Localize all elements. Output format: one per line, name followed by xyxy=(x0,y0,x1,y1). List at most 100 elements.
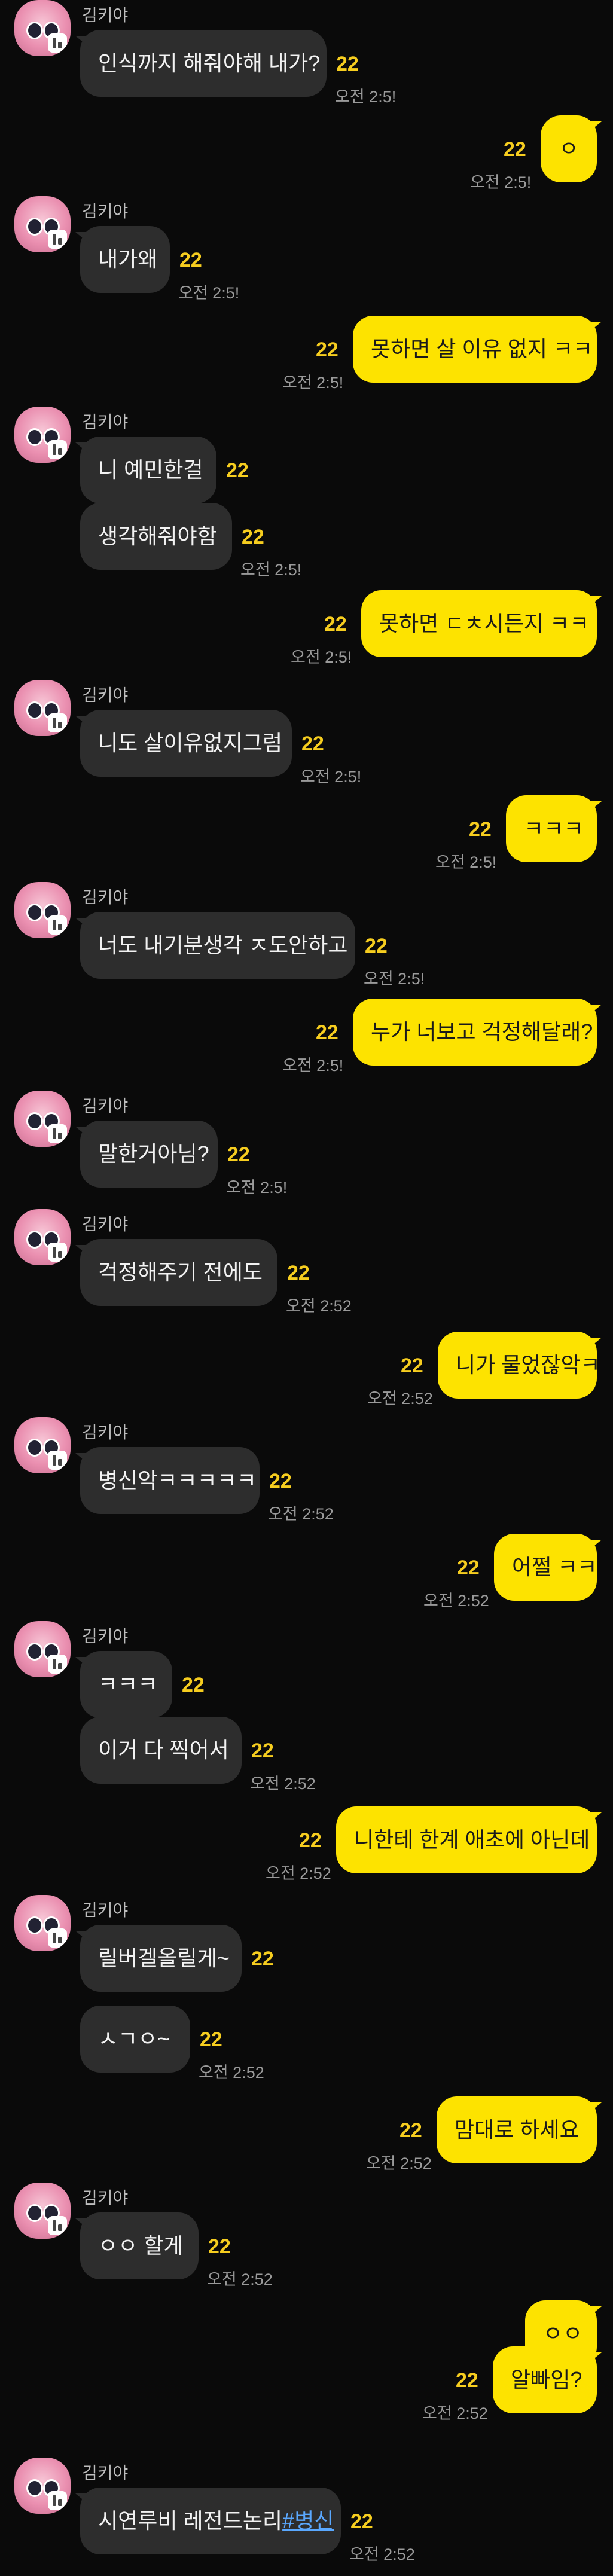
message-bubble[interactable]: 어쩔 ㅋㅋ xyxy=(494,1534,602,1601)
message-text: 병신악ㅋㅋㅋㅋㅋ xyxy=(98,1468,257,1493)
avatar[interactable] xyxy=(14,882,71,938)
message-bubble[interactable]: 니가 물었잖악ㅋ xyxy=(438,1332,602,1399)
message-bubble[interactable]: 병신악ㅋㅋㅋㅋㅋ xyxy=(75,1447,260,1514)
sender-name: 김키야 xyxy=(82,2189,129,2207)
read-count: 22 xyxy=(504,138,526,161)
avatar[interactable] xyxy=(14,0,71,56)
avatar[interactable] xyxy=(14,680,71,736)
message-text: 인식까지 해줘야해 내가? xyxy=(98,51,321,75)
read-count: 22 xyxy=(336,53,359,75)
message-text: ㅋㅋㅋ xyxy=(524,816,584,841)
message-text: 니가 물었잖악ㅋ xyxy=(456,1353,600,1377)
message-text: 너도 내기분생각 ㅈ도안하고 xyxy=(98,933,348,957)
read-count: 22 xyxy=(200,2028,222,2051)
avatar[interactable] xyxy=(14,2183,71,2239)
sender-name: 김키야 xyxy=(82,1627,129,1646)
timestamp: 오전 2:5! xyxy=(226,1179,288,1197)
timestamp: 오전 2:5! xyxy=(335,88,397,106)
sender-name: 김키야 xyxy=(82,686,129,704)
avatar[interactable] xyxy=(14,1091,71,1147)
message-text: ㅇㅇ xyxy=(543,2321,583,2346)
message-text: 알빠임? xyxy=(511,2367,582,2392)
sender-name: 김키야 xyxy=(82,1423,129,1442)
avatar[interactable] xyxy=(14,2458,71,2514)
sender-name: 김키야 xyxy=(82,202,129,221)
avatar-eye-left xyxy=(26,1231,43,1249)
avatar[interactable] xyxy=(14,1621,71,1677)
timestamp: 오전 2:52 xyxy=(349,2546,415,2563)
avatar-eye-left xyxy=(26,428,43,446)
avatar-eye-left xyxy=(26,1643,43,1661)
avatar[interactable] xyxy=(14,1895,71,1951)
hashtag-link[interactable]: #병신 xyxy=(282,2508,334,2533)
message-bubble[interactable]: 걱정해주기 전에도 xyxy=(75,1239,277,1306)
message-text: 생각해줘야함 xyxy=(98,524,217,548)
message-bubble[interactable]: ㅋㅋㅋ xyxy=(506,795,602,862)
read-count: 22 xyxy=(299,1829,322,1852)
timestamp: 오전 2:5! xyxy=(282,1057,344,1075)
message-bubble[interactable]: 릴버겔올릴게~ xyxy=(75,1925,242,1992)
avatar[interactable] xyxy=(14,1417,71,1473)
message-bubble[interactable]: ㅋㅋㅋ xyxy=(75,1651,172,1718)
profile-badge-icon xyxy=(48,33,67,53)
message-bubble[interactable]: 생각해줘야함 xyxy=(80,503,232,570)
avatar[interactable] xyxy=(14,407,71,463)
avatar-eye-left xyxy=(26,2479,43,2497)
read-count: 22 xyxy=(456,2369,478,2392)
read-count: 22 xyxy=(401,1354,423,1377)
message-bubble[interactable]: 니한테 한계 애초에 아닌데 xyxy=(336,1806,602,1873)
message-bubble[interactable]: 못하면 살 이유 없지 ㅋㅋ xyxy=(353,316,602,383)
read-count: 22 xyxy=(208,2235,231,2258)
timestamp: 오전 2:52 xyxy=(286,1297,352,1315)
sender-name: 김키야 xyxy=(82,888,129,907)
read-count: 22 xyxy=(469,818,492,841)
message-bubble[interactable]: 시연루비 레전드논리#병신 xyxy=(75,2488,341,2554)
message-bubble[interactable]: 알빠임? xyxy=(493,2346,602,2413)
read-count: 22 xyxy=(226,459,249,482)
message-bubble[interactable]: 니 예민한걸 xyxy=(75,437,216,503)
timestamp: 오전 2:5! xyxy=(240,561,302,579)
timestamp: 오전 2:52 xyxy=(423,1592,489,1610)
message-bubble[interactable]: 누가 너보고 걱정해달래? xyxy=(353,999,602,1066)
read-count: 22 xyxy=(457,1556,480,1579)
avatar-eye-left xyxy=(26,22,43,39)
read-count: 22 xyxy=(365,935,388,957)
message-bubble[interactable]: 인식까지 해줘야해 내가? xyxy=(75,30,327,97)
read-count: 22 xyxy=(242,526,264,548)
message-bubble[interactable]: ㅇ xyxy=(541,115,602,182)
timestamp: 오전 2:5! xyxy=(364,970,425,988)
message-bubble[interactable]: ㅅㄱㅇ~ xyxy=(80,2006,190,2073)
timestamp: 오전 2:52 xyxy=(199,2064,264,2081)
message-text: 누가 너보고 걱정해달래? xyxy=(371,1020,593,1044)
message-text: 걱정해주기 전에도 xyxy=(98,1260,263,1284)
timestamp: 오전 2:52 xyxy=(250,1775,316,1793)
sender-name: 김키야 xyxy=(82,1215,129,1234)
profile-badge-icon xyxy=(48,1655,67,1674)
timestamp: 오전 2:5! xyxy=(178,284,240,302)
message-text: 릴버겔올릴게~ xyxy=(98,1946,230,1970)
profile-badge-icon xyxy=(48,440,67,459)
message-bubble[interactable]: 못하면 ㄷㅊ시든지 ㅋㅋ xyxy=(361,590,602,657)
avatar-eye-left xyxy=(26,904,43,921)
message-bubble[interactable]: 말한거아님? xyxy=(75,1121,218,1188)
message-bubble[interactable]: ㅇㅇ 할게 xyxy=(75,2212,199,2279)
avatar[interactable] xyxy=(14,1209,71,1265)
message-bubble[interactable]: 이거 다 찍어서 xyxy=(80,1717,242,1784)
message-bubble[interactable]: 니도 살이유없지그럼 xyxy=(75,710,292,777)
avatar-eye-left xyxy=(26,2204,43,2222)
sender-name: 김키야 xyxy=(82,6,129,25)
avatar-eye-left xyxy=(26,1439,43,1457)
avatar-eye-left xyxy=(26,701,43,719)
message-bubble[interactable]: 내가왜 xyxy=(75,226,170,293)
message-bubble[interactable]: 너도 내기분생각 ㅈ도안하고 xyxy=(75,912,355,979)
avatar[interactable] xyxy=(14,196,71,252)
message-bubble[interactable]: 맘대로 하세요 xyxy=(437,2096,602,2163)
timestamp: 오전 2:5! xyxy=(291,648,352,666)
read-count: 22 xyxy=(301,732,324,755)
sender-name: 김키야 xyxy=(82,1097,129,1115)
message-text: ㅅㄱㅇ~ xyxy=(98,2026,170,2051)
read-count: 22 xyxy=(287,1262,310,1284)
read-count: 22 xyxy=(316,338,338,361)
read-count: 22 xyxy=(399,2119,422,2142)
profile-badge-icon xyxy=(48,915,67,935)
